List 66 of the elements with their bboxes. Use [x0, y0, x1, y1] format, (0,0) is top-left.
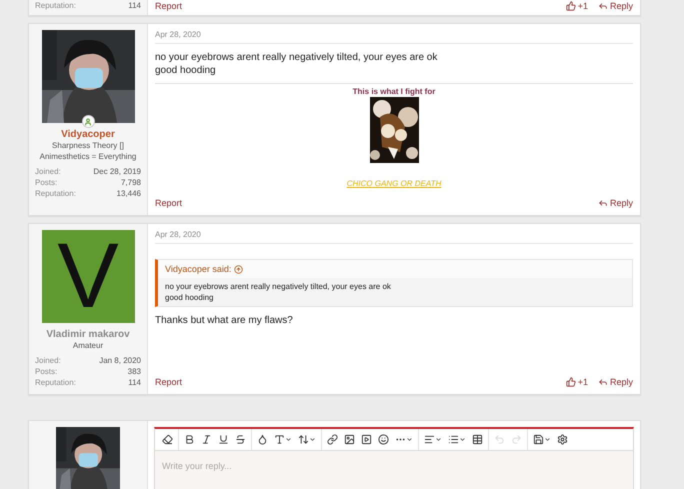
caret-icon [459, 436, 466, 443]
settings-icon [557, 434, 568, 445]
table-icon [472, 434, 483, 445]
user-title: Animesthetics = Everything [40, 151, 136, 162]
post-text: Thanks but what are my flaws? [155, 314, 294, 327]
jump-up-icon[interactable] [234, 264, 244, 274]
stat-value: 114 [128, 377, 141, 388]
like-button[interactable]: +1 [566, 1, 588, 11]
post-text: good hooding [155, 64, 217, 77]
video-icon [361, 434, 372, 445]
thumbs-up-icon [566, 1, 576, 11]
quote-text: no your eyebrows arent really negatively tilted, your eyes are ok [165, 281, 392, 292]
reply-icon [598, 198, 608, 208]
stat-label: Reputation: [35, 377, 76, 388]
reply-button[interactable]: Reply [598, 377, 633, 387]
align-icon [424, 434, 435, 445]
reply-button[interactable]: Reply [598, 1, 633, 11]
avatar[interactable]: V [42, 230, 134, 323]
thumbs-up-icon [566, 377, 576, 387]
save-icon [533, 434, 544, 445]
undo-icon [494, 434, 505, 445]
post-text: no your eyebrows arent really negatively tilted, your eyes are ok [155, 51, 438, 64]
stat-value: 7,798 [120, 177, 141, 188]
reply-button[interactable]: Reply [598, 198, 633, 208]
italic-icon [201, 434, 212, 445]
caret-icon [544, 436, 551, 443]
username[interactable]: Vidyacoper [61, 129, 115, 140]
strikethrough-icon [235, 434, 246, 445]
reply-field[interactable]: Write your reply... [155, 451, 633, 489]
reply-icon [598, 377, 608, 387]
signature-heading: This is what I fight for [352, 87, 436, 96]
stat-value: Jan 8, 2020 [99, 355, 141, 366]
stat-label: Joined: [35, 166, 61, 177]
like-button[interactable]: +1 [566, 377, 588, 387]
report-link[interactable]: Report [155, 377, 182, 387]
caret-icon [406, 436, 413, 443]
image-icon [344, 434, 355, 445]
bold-icon [184, 434, 195, 445]
reply-icon [598, 1, 608, 11]
stat-value: Dec 28, 2019 [93, 166, 141, 177]
report-link[interactable]: Report [155, 198, 182, 208]
link-icon [327, 434, 338, 445]
caret-icon [435, 436, 442, 443]
stat-label: Posts: [35, 366, 58, 377]
quote-text: good hooding [165, 292, 214, 303]
user-title: Sharpness Theory [] [52, 140, 124, 151]
list-icon [448, 434, 459, 445]
caret-icon [285, 436, 292, 443]
smiley-icon [378, 434, 389, 445]
font-icon [274, 434, 285, 445]
eraser-icon [162, 434, 173, 445]
stat-label: Posts: [35, 177, 58, 188]
droplet-icon [257, 434, 268, 445]
caret-icon [309, 436, 316, 443]
stat-label: Joined: [35, 355, 61, 366]
stat-value: 13,446 [116, 188, 141, 199]
stat-label: Reputation: [35, 0, 76, 11]
redo-icon [511, 434, 522, 445]
underline-icon [218, 434, 229, 445]
quote-author[interactable]: Vidyacoper said: [165, 264, 232, 274]
user-title: Amateur [72, 340, 104, 351]
stat-label: Reputation: [35, 188, 76, 199]
stat-value: 114 [128, 0, 141, 11]
stat-value: 383 [128, 366, 141, 377]
text-size-icon [298, 434, 309, 445]
report-link[interactable]: Report [155, 1, 182, 11]
